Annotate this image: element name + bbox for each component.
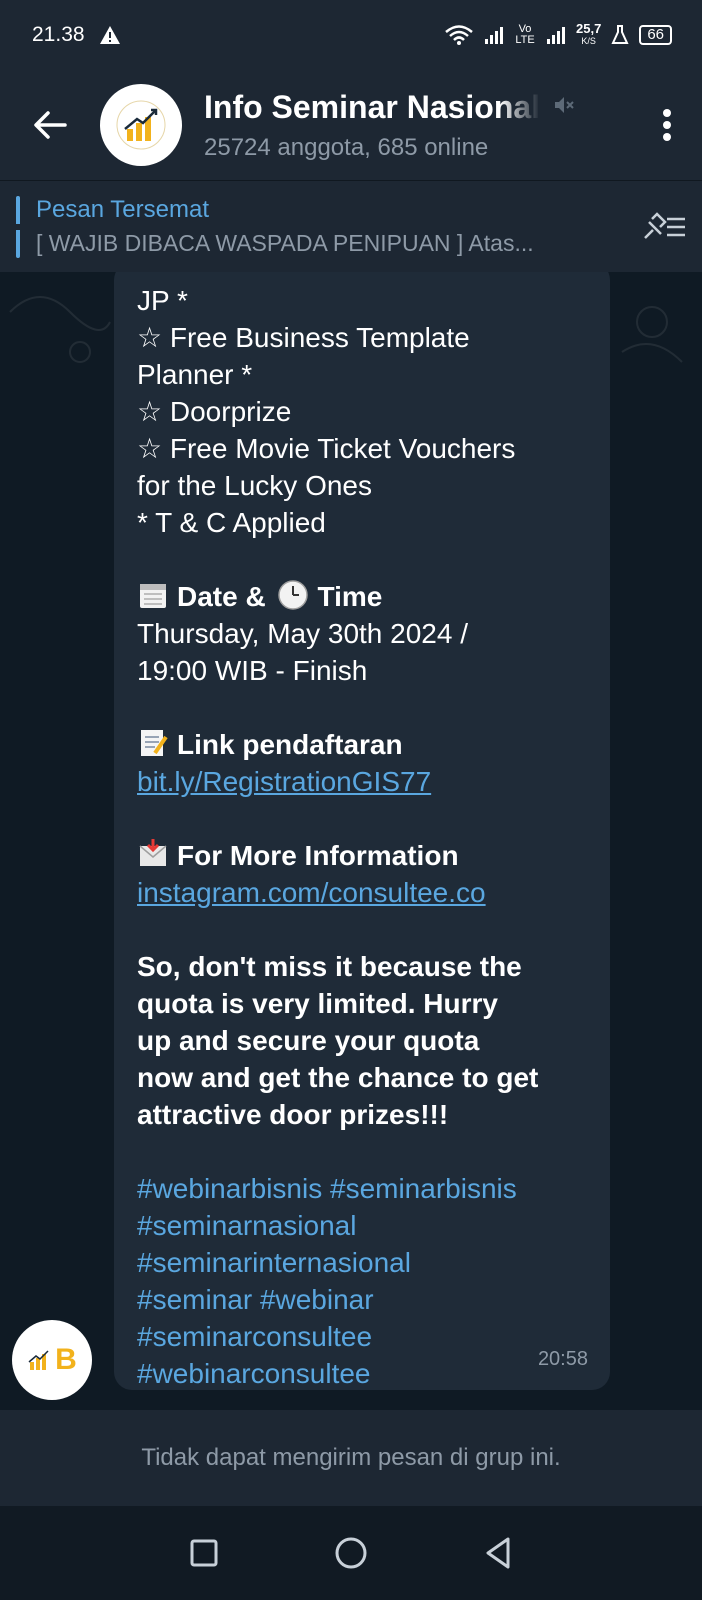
chart-logo-icon — [28, 1350, 49, 1370]
status-bar: 21.38 Vo LTE 25,7 K/S 66 — [0, 0, 702, 70]
pinned-indicator — [16, 195, 20, 258]
cannot-send-text: Tidak dapat mengirim pesan di grup ini. — [141, 1444, 561, 1471]
wifi-icon — [444, 24, 474, 46]
chat-title-block[interactable]: Info Seminar Nasional 25724 anggota, 685… — [204, 89, 632, 162]
chat-area[interactable]: JP * ☆ Free Business Template Planner * … — [0, 272, 702, 1410]
memo-icon — [141, 730, 168, 756]
inbox-tray-icon — [139, 839, 167, 866]
clock-icon — [278, 580, 309, 610]
time-value: 19:00 WIB - Finish — [137, 655, 368, 686]
hashtag-line[interactable]: #seminarinternasional — [137, 1244, 588, 1281]
kebab-menu-icon — [663, 109, 671, 141]
message-line: ☆ Free Business Template — [137, 322, 470, 353]
pinned-list-button[interactable] — [626, 211, 702, 242]
message-line: ☆ Free Movie Ticket Vouchers — [137, 433, 516, 464]
message-line: * T & C Applied — [137, 507, 326, 538]
signal-icon-2 — [546, 25, 566, 45]
info-heading: For More Information — [137, 837, 588, 874]
cannot-send-notice: Tidak dapat mengirim pesan di grup ini. — [0, 1410, 702, 1506]
date-heading: Date & Time — [137, 578, 588, 615]
registration-link[interactable]: bit.ly/RegistrationGIS77 — [137, 763, 588, 800]
circle-icon — [335, 1537, 367, 1569]
signal-icon — [484, 25, 504, 45]
member-count: 25724 anggota, 685 online — [204, 133, 489, 161]
home-button[interactable] — [321, 1523, 381, 1583]
hashtag-line[interactable]: #seminarnasional — [137, 1207, 588, 1244]
cta-line: quota is very limited. Hurry — [137, 988, 498, 1019]
background-doodle-icon-2 — [621, 306, 683, 363]
cta-line: So, don't miss it because the — [137, 951, 522, 982]
message-bubble[interactable]: JP * ☆ Free Business Template Planner * … — [114, 272, 610, 1390]
chat-title: Info Seminar Nasional — [204, 88, 541, 125]
message-timestamp: 20:58 — [537, 1348, 588, 1370]
nav-back-button[interactable] — [468, 1523, 528, 1583]
chart-logo-icon — [116, 100, 166, 150]
back-button[interactable] — [0, 70, 100, 180]
triangle-back-icon — [486, 1537, 510, 1569]
cta-line: attractive door prizes!!! — [137, 1099, 449, 1130]
net-speed: 25,7 K/S — [576, 21, 602, 46]
message-line: for the Lucky Ones — [137, 470, 373, 501]
date-value: Thursday, May 30th 2024 / — [137, 618, 468, 649]
message-line: Planner * — [137, 359, 253, 390]
pinned-message-bar[interactable]: Pesan Tersemat [ WAJIB DIBACA WASPADA PE… — [0, 180, 702, 272]
pin-list-icon — [644, 211, 685, 239]
square-icon — [190, 1539, 218, 1567]
muted-icon — [552, 93, 576, 122]
cta-line: now and get the chance to get — [137, 1062, 539, 1093]
hashtag-line[interactable]: #webinarbisnis #seminarbisnis — [137, 1170, 588, 1207]
message-line: ☆ Doorprize — [137, 396, 292, 427]
chat-header: Info Seminar Nasional 25724 anggota, 685… — [0, 70, 702, 180]
message-line: JP * — [137, 285, 188, 316]
cta-line: up and secure your quota — [137, 1025, 480, 1056]
group-avatar[interactable] — [100, 84, 182, 166]
system-nav-bar — [0, 1506, 702, 1600]
hashtag-line[interactable]: #seminarconsultee — [137, 1318, 588, 1355]
flask-icon — [611, 24, 629, 46]
status-time: 21.38 — [32, 23, 85, 46]
hashtag-line[interactable]: #webinarconsultee — [137, 1355, 588, 1392]
sender-avatar[interactable]: B — [12, 1320, 92, 1400]
background-doodle-icon — [9, 296, 111, 363]
calendar-icon — [140, 584, 166, 608]
recents-button[interactable] — [174, 1523, 234, 1583]
warning-icon — [99, 25, 121, 45]
avatar-letter: B — [55, 1343, 77, 1376]
instagram-link[interactable]: instagram.com/consultee.co — [137, 874, 588, 911]
battery-indicator: 66 — [639, 25, 672, 45]
link-heading: Link pendaftaran — [137, 726, 588, 763]
hashtag-line[interactable]: #seminar #webinar — [137, 1281, 588, 1318]
pinned-message-preview: [ WAJIB DIBACA WASPADA PENIPUAN ] Atas..… — [36, 230, 534, 256]
volte-label: Vo LTE — [515, 23, 535, 46]
more-options-button[interactable] — [632, 70, 702, 180]
pinned-title: Pesan Tersemat — [36, 196, 209, 223]
arrow-left-icon — [34, 111, 67, 139]
